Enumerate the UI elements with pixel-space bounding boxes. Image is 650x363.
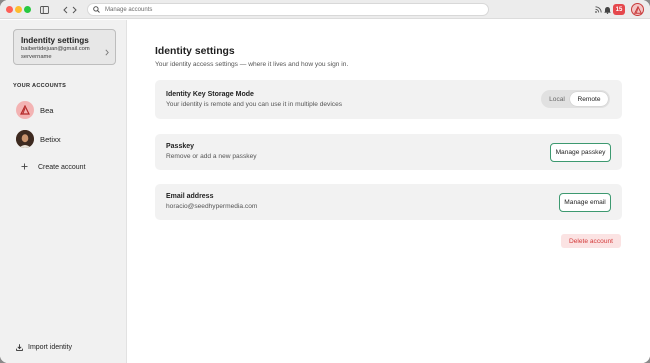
manage-passkey-button[interactable]: Manage passkey [550,143,611,162]
account-name: Betixx [40,134,61,144]
passkey-title: Passkey [166,143,195,150]
bea-logo-icon [20,105,30,115]
current-account-card[interactable]: Indentity settings baibertidejuan@gmail.… [13,29,116,65]
delete-account-button[interactable]: Delete account [561,234,621,248]
bell-icon[interactable] [604,4,611,15]
key-storage-description: Your identity is remote and you can use … [166,101,343,108]
create-account-label: Create account [38,164,86,171]
storage-mode-remote[interactable]: Remote [570,92,608,106]
import-identity-button[interactable]: Import identity [16,338,72,356]
plus-icon [21,162,31,173]
close-window-button[interactable] [6,6,13,13]
storage-mode-toggle[interactable]: Local Remote [541,90,610,108]
key-storage-title: Identity Key Storage Mode [166,91,254,98]
key-storage-card: Identity Key Storage Mode Your identity … [155,80,622,119]
page-subtitle: Your identity access settings — where it… [155,61,349,68]
chevron-right-icon [105,43,109,61]
feed-icon[interactable] [594,4,602,15]
betixx-avatar [16,130,34,148]
back-icon[interactable] [62,4,68,15]
search-input[interactable]: Manage accounts [87,3,489,16]
zoom-window-button[interactable] [24,6,31,13]
email-value: horacio@seedhypermedia.com [166,203,258,210]
notification-badge[interactable]: 15 [613,4,625,15]
import-icon [16,338,23,356]
account-avatar-icon[interactable] [631,3,644,16]
minimize-window-button[interactable] [15,6,22,13]
passkey-description: Remove or add a new passkey [166,153,257,160]
search-placeholder: Manage accounts [105,6,153,13]
bea-avatar [16,101,34,119]
sidebar-toggle-icon[interactable] [40,4,49,15]
title-bar: Manage accounts 15 [0,0,650,19]
account-item-bea[interactable]: Bea [16,101,54,119]
page-title: Identity settings [155,46,235,57]
create-account-button[interactable]: Create account [21,162,85,173]
passkey-card: Passkey Remove or add a new passkey Mana… [155,134,622,170]
current-account-email: baibertidejuan@gmail.com [21,46,90,52]
sidebar: Indentity settings baibertidejuan@gmail.… [0,20,127,363]
email-title: Email address [166,193,214,200]
app-window: Manage accounts 15 Indentity settings ba… [0,0,650,363]
main-content: Identity settings Your identity access s… [128,20,650,363]
accounts-section-label: YOUR ACCOUNTS [13,83,67,89]
person-photo-icon [16,130,34,148]
forward-icon[interactable] [71,4,77,15]
search-icon [93,6,100,13]
current-account-title: Indentity settings [21,36,89,45]
email-card: Email address horacio@seedhypermedia.com… [155,184,622,220]
storage-mode-local[interactable]: Local [543,92,571,106]
current-account-server: servername [21,54,52,60]
manage-email-button[interactable]: Manage email [559,193,611,212]
import-identity-label: Import identity [28,343,72,351]
account-item-betixx[interactable]: Betixx [16,130,61,148]
account-name: Bea [40,105,54,115]
